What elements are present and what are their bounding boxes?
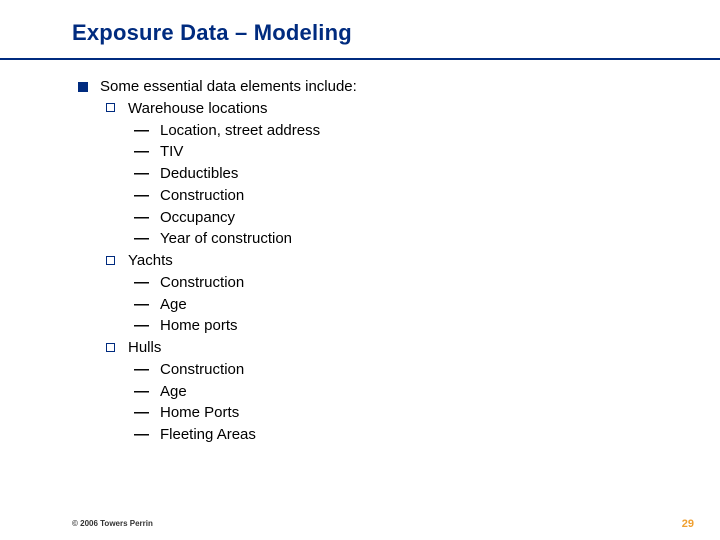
- list-item: — Occupancy: [134, 207, 357, 229]
- item-text: Deductibles: [160, 165, 238, 182]
- page-number: 29: [682, 518, 694, 530]
- item-text: Year of construction: [160, 230, 292, 247]
- dash-icon: —: [134, 424, 149, 446]
- hollow-square-icon: [106, 256, 115, 265]
- dash-icon: —: [134, 381, 149, 403]
- item-text: Location, street address: [160, 122, 320, 139]
- group-label: Yachts: [128, 252, 173, 269]
- dash-icon: —: [134, 141, 149, 163]
- list-item: — Year of construction: [134, 228, 357, 250]
- dash-icon: —: [134, 120, 149, 142]
- list-item: Warehouse locations — Location, street ad…: [106, 98, 357, 250]
- dash-icon: —: [134, 163, 149, 185]
- list-item: — Construction: [134, 359, 357, 381]
- dash-icon: —: [134, 207, 149, 229]
- list-item: — Home Ports: [134, 402, 357, 424]
- item-text: Construction: [160, 274, 244, 291]
- list-item: — Fleeting Areas: [134, 424, 357, 446]
- item-text: Home Ports: [160, 404, 239, 421]
- dash-icon: —: [134, 315, 149, 337]
- title-rule: [0, 58, 720, 60]
- list-item: — Deductibles: [134, 163, 357, 185]
- slide: Exposure Data – Modeling Some essential …: [0, 0, 720, 540]
- list-item: — Construction: [134, 272, 357, 294]
- list-item: — Construction: [134, 185, 357, 207]
- list-item: — Age: [134, 381, 357, 403]
- dash-icon: —: [134, 402, 149, 424]
- item-text: Age: [160, 296, 187, 313]
- content-area: Some essential data elements include: Wa…: [78, 76, 357, 446]
- item-text: Fleeting Areas: [160, 426, 256, 443]
- dash-icon: —: [134, 359, 149, 381]
- hollow-square-icon: [106, 343, 115, 352]
- hollow-square-icon: [106, 103, 115, 112]
- item-text: Construction: [160, 361, 244, 378]
- page-title: Exposure Data – Modeling: [72, 20, 352, 46]
- square-bullet-icon: [78, 82, 88, 92]
- list-item: — Age: [134, 294, 357, 316]
- dash-icon: —: [134, 228, 149, 250]
- item-text: Occupancy: [160, 209, 235, 226]
- list-item: Yachts — Construction — Age — Home ports: [106, 250, 357, 337]
- dash-icon: —: [134, 294, 149, 316]
- list-item: — Home ports: [134, 315, 357, 337]
- item-text: Home ports: [160, 317, 238, 334]
- list-item: — Location, street address: [134, 120, 357, 142]
- list-item: Hulls — Construction — Age — Home Ports — Fl…: [106, 337, 357, 446]
- item-text: Construction: [160, 187, 244, 204]
- group-label: Hulls: [128, 339, 161, 356]
- dash-icon: —: [134, 185, 149, 207]
- item-text: Age: [160, 383, 187, 400]
- dash-icon: —: [134, 272, 149, 294]
- list-item: Some essential data elements include: Wa…: [78, 76, 357, 446]
- intro-text: Some essential data elements include:: [100, 78, 357, 95]
- list-item: — TIV: [134, 141, 357, 163]
- copyright-text: © 2006 Towers Perrin: [72, 519, 153, 528]
- item-text: TIV: [160, 143, 183, 160]
- group-label: Warehouse locations: [128, 100, 268, 117]
